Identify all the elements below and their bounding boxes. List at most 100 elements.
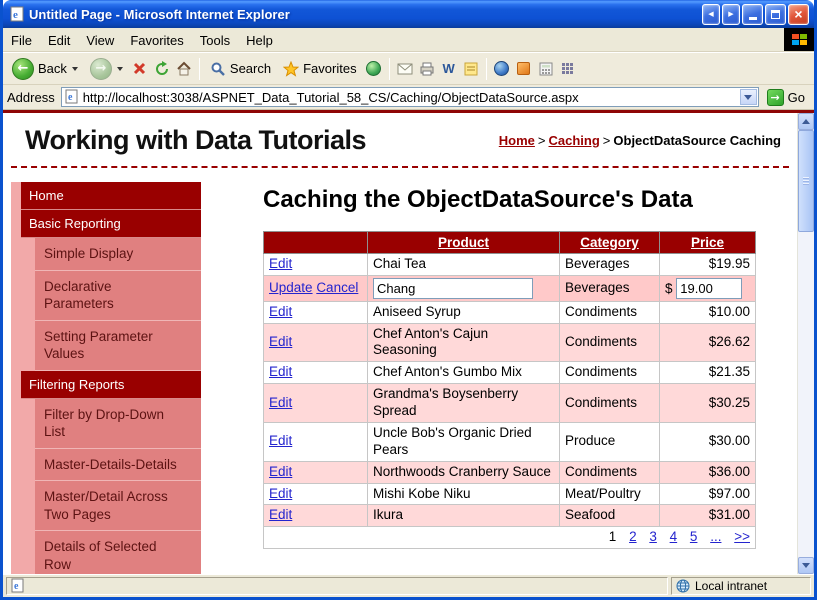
menu-tools[interactable]: Tools: [192, 28, 238, 51]
grid-header-category: Category: [560, 231, 660, 253]
update-link[interactable]: Update: [269, 280, 313, 295]
category-cell: Condiments: [560, 301, 660, 323]
go-button[interactable]: → Go: [765, 88, 810, 107]
svg-text:e: e: [68, 92, 73, 103]
sidebar-item-declarative-parameters[interactable]: Declarative Parameters: [35, 271, 201, 321]
vertical-scrollbar[interactable]: [797, 113, 814, 574]
messenger-button[interactable]: [492, 58, 512, 80]
close-button[interactable]: ×: [788, 4, 809, 25]
breadcrumb-home-link[interactable]: Home: [499, 133, 535, 148]
menu-edit[interactable]: Edit: [40, 28, 78, 51]
minimize-button[interactable]: [742, 4, 763, 25]
sidebar-item-master-detail-across-two-pages[interactable]: Master/Detail Across Two Pages: [35, 481, 201, 531]
sidebar-item-master-details-details[interactable]: Master-Details-Details: [35, 449, 201, 482]
back-label: Back: [38, 61, 67, 76]
table-row-editing: Update Cancel Beverages $: [264, 275, 756, 301]
sidebar-item-setting-parameter-values[interactable]: Setting Parameter Values: [35, 321, 201, 371]
edit-with-word-button[interactable]: W: [439, 58, 459, 80]
home-button[interactable]: [174, 58, 194, 80]
edit-link[interactable]: Edit: [269, 334, 292, 349]
forward-button[interactable]: →: [85, 56, 128, 82]
currency-prefix: $: [665, 281, 673, 296]
scroll-up-button[interactable]: [798, 113, 814, 130]
page-title: Caching the ObjectDataSource's Data: [263, 186, 743, 215]
price-edit-input[interactable]: [676, 278, 742, 299]
pager-page-4-link[interactable]: 4: [670, 529, 678, 544]
sidebar-item-basic-reporting[interactable]: Basic Reporting: [21, 210, 201, 238]
grid-header-product: Product: [368, 231, 560, 253]
table-row: Edit Chef Anton's Gumbo Mix Condiments $…: [264, 362, 756, 384]
edit-link[interactable]: Edit: [269, 395, 292, 410]
menu-favorites[interactable]: Favorites: [122, 28, 191, 51]
table-row: Edit Aniseed Syrup Condiments $10.00: [264, 301, 756, 323]
titlebar-left-arrow-button[interactable]: ◀: [702, 4, 720, 25]
edit-link[interactable]: Edit: [269, 433, 292, 448]
pager-next-link[interactable]: >>: [734, 529, 750, 544]
product-cell: Chef Anton's Gumbo Mix: [368, 362, 560, 384]
sidebar-item-filtering-reports[interactable]: Filtering Reports: [21, 371, 201, 399]
pager-page-2-link[interactable]: 2: [629, 529, 637, 544]
window-title: Untitled Page - Microsoft Internet Explo…: [29, 7, 698, 22]
toolbar-separator: [486, 58, 487, 80]
back-button[interactable]: ← Back: [7, 56, 83, 82]
cancel-link[interactable]: Cancel: [316, 280, 358, 295]
edit-link[interactable]: Edit: [269, 464, 292, 479]
refresh-button[interactable]: [152, 58, 172, 80]
pager-page-5-link[interactable]: 5: [690, 529, 698, 544]
globe-icon: [676, 579, 690, 593]
edit-link[interactable]: Edit: [269, 486, 292, 501]
calculator-button[interactable]: [536, 58, 556, 80]
price-cell: $30.25: [660, 384, 756, 423]
sort-category-link[interactable]: Category: [580, 235, 639, 250]
scroll-down-icon: [802, 563, 810, 568]
mail-icon: [397, 63, 413, 75]
sidebar-item-simple-display[interactable]: Simple Display: [35, 238, 201, 271]
category-cell: Beverages: [560, 253, 660, 275]
minimize-icon: [749, 17, 757, 20]
back-arrow-icon: ←: [12, 58, 34, 80]
pager-ellipsis-link[interactable]: ...: [710, 529, 721, 544]
menu-file[interactable]: File: [3, 28, 40, 51]
grid-header-price: Price: [660, 231, 756, 253]
edit-link[interactable]: Edit: [269, 304, 292, 319]
sidebar-item-details-of-selected-row[interactable]: Details of Selected Row: [35, 531, 201, 574]
edit-link[interactable]: Edit: [269, 364, 292, 379]
titlebar-right-arrow-button[interactable]: ▶: [722, 4, 740, 25]
stop-button[interactable]: [130, 58, 150, 80]
price-cell: $19.95: [660, 253, 756, 275]
address-dropdown-button[interactable]: [740, 89, 757, 105]
scroll-down-button[interactable]: [798, 557, 814, 574]
breadcrumb-caching-link[interactable]: Caching: [549, 133, 600, 148]
product-edit-input[interactable]: [373, 278, 533, 299]
research-button[interactable]: [514, 58, 534, 80]
menu-help[interactable]: Help: [238, 28, 281, 51]
sidebar-item-filter-by-drop-down-list[interactable]: Filter by Drop-Down List: [35, 399, 201, 449]
pager-page-3-link[interactable]: 3: [649, 529, 657, 544]
print-button[interactable]: [417, 58, 437, 80]
toolbar-separator: [389, 58, 390, 80]
search-button[interactable]: Search: [205, 59, 276, 79]
scrollbar-track[interactable]: [798, 130, 814, 557]
discuss-button[interactable]: [461, 58, 481, 80]
home-icon: [176, 61, 192, 77]
sort-price-link[interactable]: Price: [691, 235, 724, 250]
media-button[interactable]: [364, 58, 384, 80]
toolbar: ← Back →: [3, 52, 814, 85]
grid-header-empty: [264, 231, 368, 253]
maximize-button[interactable]: [765, 4, 786, 25]
sidebar-item-home[interactable]: Home: [21, 182, 201, 210]
grid-button[interactable]: [558, 58, 578, 80]
category-cell: Condiments: [560, 362, 660, 384]
scrollbar-thumb[interactable]: [798, 130, 814, 232]
favorites-button[interactable]: Favorites: [278, 59, 361, 79]
address-input[interactable]: [83, 90, 736, 105]
edit-link[interactable]: Edit: [269, 256, 292, 271]
mail-button[interactable]: [395, 58, 415, 80]
category-cell: Produce: [560, 422, 660, 461]
table-row: Edit Uncle Bob's Organic Dried Pears Pro…: [264, 422, 756, 461]
search-icon: [210, 61, 226, 77]
edit-link[interactable]: Edit: [269, 507, 292, 522]
sort-product-link[interactable]: Product: [438, 235, 489, 250]
menu-view[interactable]: View: [78, 28, 122, 51]
ie-page-icon[interactable]: e: [9, 6, 25, 22]
